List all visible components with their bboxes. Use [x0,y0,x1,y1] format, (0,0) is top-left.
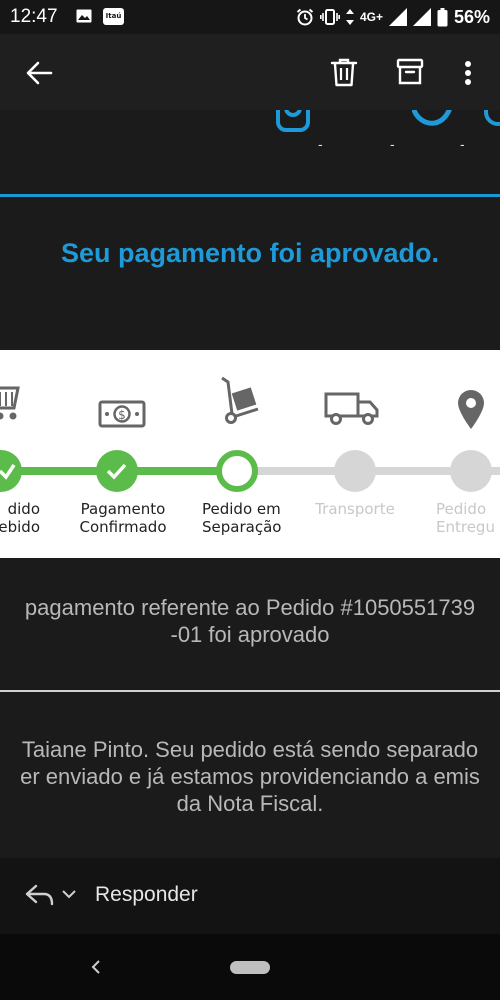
back-icon[interactable] [24,58,54,88]
step-label-line: ebido [0,518,40,536]
web-icon[interactable] [482,110,500,130]
location-pin-icon [458,390,484,429]
step-label-line: Entregu [436,518,495,536]
step-dot-transporte [334,450,376,492]
status-bar: 12:47 Itaú 4G+ 56% [0,0,500,34]
vibrate-icon [319,9,340,25]
step-dot-pedido-em-separacao [216,450,258,492]
twitter-icon[interactable] [412,110,454,130]
order-tracker: $ dido ebido Pagamento Confirmado Pedido… [0,350,500,558]
payment-message: pagamento referente ao Pedido #105055173… [0,594,500,648]
archive-icon[interactable] [396,57,424,87]
status-time: 12:47 [10,6,58,27]
signal-icon [412,8,431,26]
reply-button[interactable]: Responder [95,883,198,907]
divider-gray [0,690,500,692]
alarm-icon [296,8,314,26]
social-dash: - [390,136,395,152]
chevron-down-icon[interactable] [62,888,76,900]
headline: Seu pagamento foi aprovado. [60,238,440,268]
status-icons: 4G+ 56% [296,4,490,30]
divider-blue [0,194,500,197]
signal-icon [388,8,407,26]
instagram-icon[interactable] [276,110,310,132]
battery-percent: 56% [453,6,490,27]
itau-icon: Itaú [103,8,124,25]
step-label-line: Pagamento [80,500,166,518]
reply-bar[interactable]: Responder [0,858,500,934]
step-label: Transporte [300,500,410,518]
data-arrows-icon [345,9,354,25]
step-dot-pedido-recebido [0,450,22,492]
step-label: Pagamento Confirmado [68,500,178,536]
more-vert-icon[interactable] [458,58,478,88]
email-body: - - - Seu pagamento foi aprovado. $ dido… [0,110,500,858]
social-links: - - - [0,110,500,160]
body-message: Taiane Pinto. Seu pedido está sendo sepa… [0,736,500,817]
system-nav-bar [0,934,500,1000]
step-label-line: Transporte [315,500,395,518]
svg-text:$: $ [118,408,126,422]
step-label-line: Pedido [436,500,487,518]
body-message-line: da Nota Fiscal. [176,791,324,816]
step-dot-pagamento-confirmado [96,450,138,492]
step-label: Pedido em Separação [188,500,312,536]
hand-truck-icon [221,376,259,424]
reply-icon[interactable] [24,884,54,906]
step-label-line: Pedido em [202,500,281,518]
check-icon [0,464,16,480]
battery-icon [437,7,448,26]
step-dot-pedido-entregue [450,450,492,492]
network-type: 4G+ [359,10,383,24]
check-icon [106,463,127,480]
social-dash: - [460,136,465,152]
home-pill[interactable] [230,961,270,974]
step-label: Pedido Entregu [436,500,500,536]
body-message-line: Taiane Pinto. Seu pedido está sendo sepa… [21,737,479,762]
cart-icon [0,386,20,420]
body-message-line: er enviado e já estamos providenciando a… [20,764,480,789]
money-icon: $ [98,400,146,428]
step-label: dido ebido [0,500,40,536]
truck-icon [324,392,379,425]
payment-message-line: -01 foi aprovado [170,622,330,647]
gallery-icon [76,9,92,23]
trash-icon[interactable] [330,57,358,87]
step-label-line: Separação [202,518,282,536]
step-label-line: Confirmado [79,518,167,536]
payment-message-line: pagamento referente ao Pedido #105055173… [24,595,476,620]
social-dash: - [318,136,323,152]
step-label-line: dido [7,500,40,518]
nav-back-icon[interactable] [90,959,102,975]
app-bar [0,34,500,110]
